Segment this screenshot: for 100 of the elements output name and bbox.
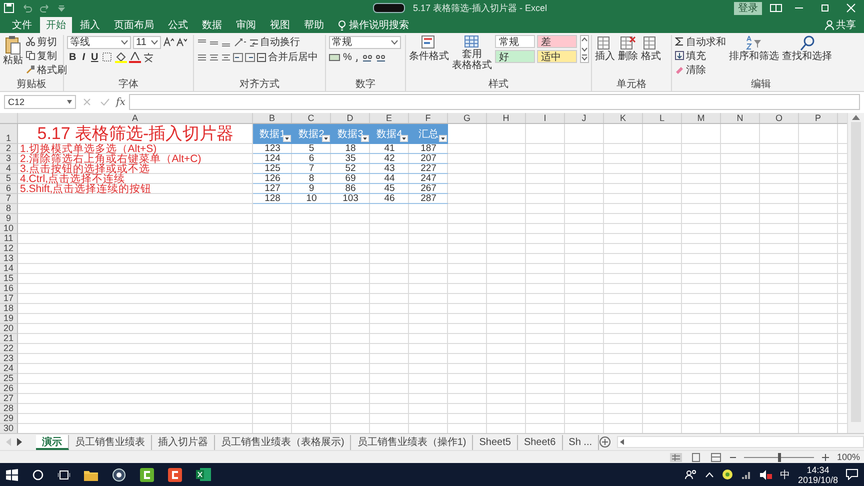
ribbon-tab[interactable]: 帮助 (298, 17, 330, 33)
notification-icon[interactable] (846, 469, 858, 480)
row-number[interactable]: 17 (0, 294, 18, 304)
cell-style[interactable]: 常规 (495, 35, 535, 48)
fill-color-icon[interactable] (115, 52, 128, 62)
share-button[interactable]: 共享 (819, 17, 864, 33)
redo-icon[interactable] (40, 3, 50, 13)
page-break-icon[interactable] (710, 452, 722, 462)
percent-button[interactable]: % (343, 50, 352, 64)
tray-app-icon[interactable] (722, 469, 733, 480)
filter-dropdown-icon[interactable] (322, 135, 330, 142)
row-number[interactable]: 12 (0, 244, 18, 254)
clear-button[interactable]: 清除 (675, 63, 726, 76)
row-number[interactable]: 23 (0, 354, 18, 364)
align-icon[interactable] (197, 52, 207, 62)
ime-indicator[interactable]: 中 (780, 468, 790, 482)
row-number[interactable]: 19 (0, 314, 18, 324)
customize-icon[interactable] (58, 3, 65, 13)
row-number[interactable]: 21 (0, 334, 18, 344)
lightbulb-icon[interactable] (338, 20, 346, 30)
add-sheet-icon[interactable] (599, 436, 612, 448)
row-number[interactable]: 3 (0, 154, 18, 164)
fill-button[interactable]: 填充 (675, 49, 726, 62)
paste-button[interactable]: 粘贴 (3, 35, 23, 66)
name-box[interactable]: C12 (4, 95, 76, 109)
wrap-text-button[interactable]: 自动换行 (249, 36, 300, 48)
row-number[interactable]: 7 (0, 194, 18, 204)
folder-icon[interactable] (84, 468, 98, 480)
row-number[interactable]: 22 (0, 344, 18, 354)
row-number[interactable]: 2 (0, 144, 18, 154)
row-number[interactable]: 14 (0, 264, 18, 274)
zoom-slider-thumb[interactable] (778, 452, 781, 462)
column-header[interactable]: J (565, 113, 604, 123)
row-number[interactable]: 6 (0, 184, 18, 194)
scroll-right-icon[interactable] (14, 438, 24, 446)
row-number[interactable]: 24 (0, 364, 18, 374)
zoom-level[interactable]: 100% (836, 452, 860, 462)
copy-button[interactable]: 复制 (26, 49, 67, 62)
row-number[interactable]: 20 (0, 324, 18, 334)
column-header[interactable]: I (526, 113, 565, 123)
column-header[interactable]: F (409, 113, 448, 123)
volume-muted-icon[interactable] (760, 470, 772, 480)
decrease-decimal-icon[interactable] (374, 52, 386, 62)
number-format-field[interactable]: 常规 (329, 36, 401, 48)
row-number[interactable]: 18 (0, 304, 18, 314)
format-button[interactable]: B (67, 52, 78, 62)
borders-icon[interactable] (102, 52, 114, 62)
font-size-field[interactable]: 11 (133, 36, 161, 48)
cell-style[interactable]: 适中 (537, 50, 577, 63)
column-header[interactable]: P (799, 113, 838, 123)
recorder-icon[interactable] (140, 468, 154, 482)
row-number[interactable]: 25 (0, 374, 18, 384)
row-number[interactable]: 26 (0, 384, 18, 394)
column-header[interactable]: H (487, 113, 526, 123)
cells-button[interactable]: 格式 (641, 35, 661, 62)
phonetic-icon[interactable] (143, 52, 154, 62)
ribbon-tab[interactable]: 数据 (196, 17, 228, 33)
filter-dropdown-icon[interactable] (439, 135, 447, 142)
page-layout-icon[interactable] (690, 452, 702, 462)
align-icon[interactable] (221, 52, 231, 62)
column-header[interactable]: A (18, 113, 253, 123)
merge-center-button[interactable]: 合并后居中 (257, 50, 318, 64)
ribbon-display-icon[interactable] (770, 3, 782, 13)
column-header[interactable]: E (370, 113, 409, 123)
sort-filter-button[interactable]: 排序和筛选 (729, 35, 779, 62)
column-header[interactable]: O (760, 113, 799, 123)
font-grow-icon[interactable] (163, 37, 174, 47)
row-number[interactable]: 1 (0, 124, 18, 144)
ribbon-tab[interactable]: 文件 (6, 17, 38, 33)
row-number[interactable]: 11 (0, 234, 18, 244)
currency-icon[interactable] (329, 52, 341, 62)
column-header[interactable]: M (682, 113, 721, 123)
search-circle-icon[interactable] (32, 468, 44, 480)
formula-input[interactable] (129, 94, 860, 110)
align-icon[interactable] (209, 52, 219, 62)
orientation-icon[interactable] (233, 37, 247, 47)
ribbon-tab[interactable]: 审阅 (230, 17, 262, 33)
zoom-in-icon[interactable] (822, 452, 829, 462)
column-header[interactable]: G (448, 113, 487, 123)
format-button[interactable]: I (80, 52, 88, 62)
cell-style[interactable]: 差 (537, 35, 577, 48)
vertical-scrollbar[interactable] (847, 113, 864, 433)
cell-style[interactable]: 好 (495, 50, 535, 63)
scroll-up-icon[interactable] (852, 114, 860, 120)
conditional-format-button[interactable]: 条件格式 (409, 35, 449, 62)
ribbon-tab[interactable]: 公式 (162, 17, 194, 33)
task-view-icon[interactable] (58, 468, 70, 480)
indent-icon[interactable] (245, 52, 255, 62)
row-number[interactable]: 30 (0, 424, 18, 433)
undo-icon[interactable] (22, 3, 32, 13)
row-number[interactable]: 10 (0, 224, 18, 234)
cut-button[interactable]: 剪切 (26, 35, 67, 48)
ribbon-tab[interactable]: 插入 (74, 17, 106, 33)
sheet-tab[interactable]: 演示 (36, 434, 69, 450)
row-number[interactable]: 15 (0, 274, 18, 284)
editor-icon[interactable] (168, 468, 182, 482)
cells-button[interactable]: 插入 (595, 35, 615, 62)
ribbon-tab[interactable]: 开始 (40, 17, 72, 33)
caret-up-icon[interactable] (704, 472, 714, 478)
column-header[interactable]: N (721, 113, 760, 123)
